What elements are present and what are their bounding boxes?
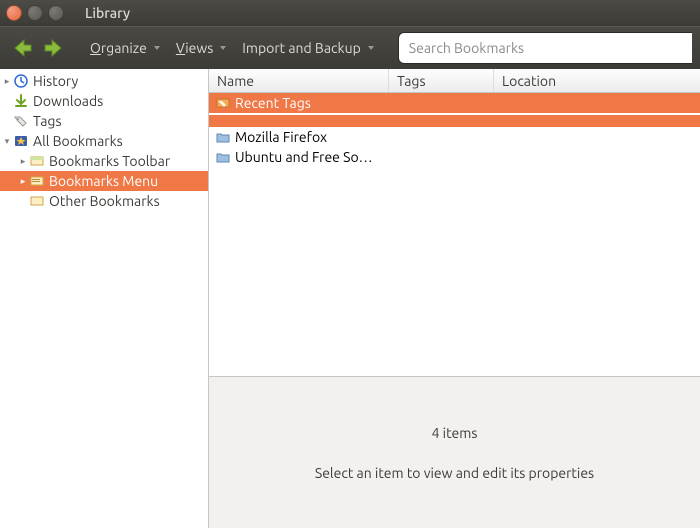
sidebar-item-label: History (33, 73, 78, 89)
chevron-down-icon (220, 46, 226, 50)
chevron-down-icon (154, 46, 160, 50)
sidebar-item-all-bookmarks[interactable]: ▾ All Bookmarks (0, 131, 208, 151)
list-item-recent-tags[interactable]: Recent Tags (209, 93, 700, 113)
sidebar: ▸ History Downloads Tags ▾ All (0, 69, 209, 528)
main-area: ▸ History Downloads Tags ▾ All (0, 69, 700, 528)
sidebar-item-label: All Bookmarks (33, 133, 123, 149)
details-pane: 4 items Select an item to view and edit … (209, 376, 700, 528)
menu-label: Organize (90, 40, 147, 56)
menu-label: Views (176, 40, 213, 56)
sidebar-item-bookmarks-menu[interactable]: ▸ Bookmarks Menu (0, 171, 208, 191)
titlebar: Library (0, 0, 700, 26)
menu-label: Import and Backup (242, 40, 360, 56)
tag-icon (13, 113, 29, 129)
forward-button[interactable] (40, 34, 68, 62)
list-item-label: Ubuntu and Free So… (235, 149, 700, 165)
minimize-icon[interactable] (27, 5, 43, 21)
maximize-icon[interactable] (48, 5, 64, 21)
list-item-label: Mozilla Firefox (235, 129, 700, 145)
clock-icon (13, 73, 29, 89)
details-hint: Select an item to view and edit its prop… (315, 465, 594, 481)
sidebar-item-label: Other Bookmarks (49, 193, 160, 209)
sidebar-item-label: Downloads (33, 93, 103, 109)
organize-menu[interactable]: Organize (84, 36, 166, 60)
column-header-name[interactable]: Name (209, 69, 389, 92)
item-count: 4 items (432, 425, 478, 441)
views-menu[interactable]: Views (170, 36, 232, 60)
expander-icon[interactable]: ▾ (2, 136, 12, 147)
list-item-label: Recent Tags (235, 95, 700, 111)
list-body[interactable]: Recent Tags Mozilla Firefox Ubuntu and F… (209, 93, 700, 376)
column-headers: Name Tags Location (209, 69, 700, 93)
sidebar-item-bookmarks-toolbar[interactable]: ▸ Bookmarks Toolbar (0, 151, 208, 171)
download-icon (13, 93, 29, 109)
arrow-right-icon (42, 36, 66, 60)
list-item-mozilla-firefox[interactable]: Mozilla Firefox (209, 127, 700, 147)
search-input[interactable] (398, 32, 692, 64)
folder-menu-icon (29, 173, 45, 189)
column-header-tags[interactable]: Tags (389, 69, 494, 92)
folder-icon (215, 149, 231, 165)
bookmarks-icon (13, 133, 29, 149)
chevron-down-icon (368, 46, 374, 50)
sidebar-item-other-bookmarks[interactable]: Other Bookmarks (0, 191, 208, 211)
toolbar: Organize Views Import and Backup (0, 26, 700, 69)
sidebar-item-label: Bookmarks Toolbar (49, 153, 170, 169)
folder-other-icon (29, 193, 45, 209)
expander-icon[interactable]: ▸ (18, 156, 28, 167)
content-pane: Name Tags Location Recent Tags Mozilla F… (209, 69, 700, 528)
window-title: Library (85, 5, 130, 21)
sidebar-item-tags[interactable]: Tags (0, 111, 208, 131)
folder-tag-icon (215, 95, 231, 111)
back-button[interactable] (8, 34, 36, 62)
expander-icon[interactable]: ▸ (18, 176, 28, 187)
sidebar-item-history[interactable]: ▸ History (0, 71, 208, 91)
sidebar-item-label: Bookmarks Menu (49, 173, 158, 189)
folder-icon (215, 129, 231, 145)
list-item-ubuntu-free-software[interactable]: Ubuntu and Free So… (209, 147, 700, 167)
sidebar-item-downloads[interactable]: Downloads (0, 91, 208, 111)
close-icon[interactable] (6, 5, 22, 21)
folder-toolbar-icon (29, 153, 45, 169)
list-selection-extension (209, 113, 700, 127)
import-backup-menu[interactable]: Import and Backup (236, 36, 379, 60)
sidebar-item-label: Tags (33, 113, 62, 129)
arrow-left-icon (10, 36, 34, 60)
column-header-location[interactable]: Location (494, 69, 700, 92)
expander-icon[interactable]: ▸ (2, 76, 12, 87)
